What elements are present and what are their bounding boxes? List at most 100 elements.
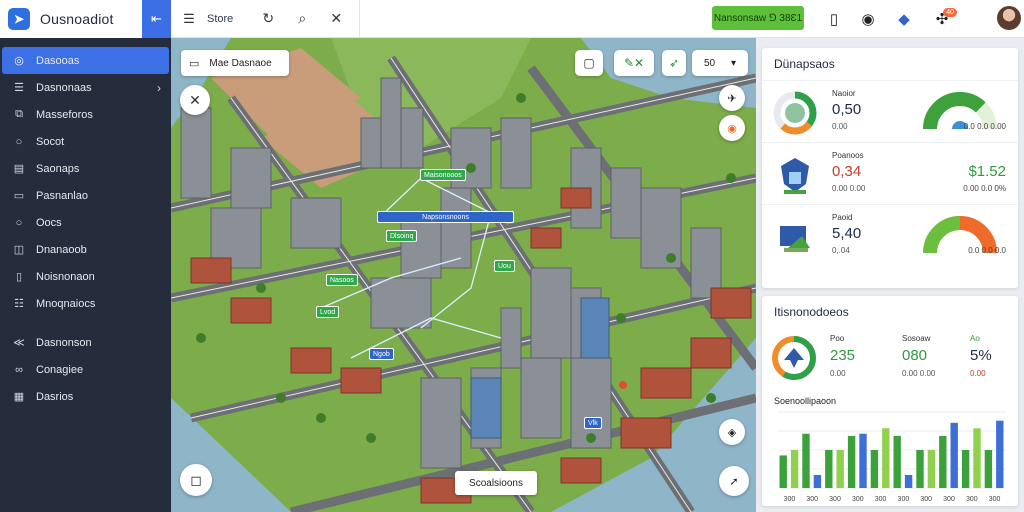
map-bottom-button[interactable]: Scoalsioons	[455, 471, 537, 495]
doc-icon: ▯	[15, 271, 23, 283]
gauge-foot: 0.0 0.0 0.0	[968, 246, 1006, 255]
sidebar-item-10[interactable]: ≪ Dasnonson	[0, 329, 171, 356]
settings-icon[interactable]: ◉	[853, 0, 883, 38]
sidebar-item-8[interactable]: ▯ Noisnonaon	[0, 263, 171, 290]
map-route-label[interactable]: Napsonsnoons	[377, 211, 514, 223]
notification-icon[interactable]: ✣ 40	[927, 0, 957, 38]
app-logo-icon: ➤	[8, 8, 30, 30]
chart-bar[interactable]	[870, 450, 879, 488]
location-icon[interactable]: ◉	[719, 115, 745, 141]
stat-sub: 0.00 0.00	[902, 369, 936, 378]
metric-row[interactable]: Paoid 5,40 0,.04 0.0 0.0 0.0	[762, 204, 1018, 266]
sidebar-item-6[interactable]: ○ Oocs	[0, 209, 171, 236]
package-icon	[780, 226, 810, 252]
chart-bar[interactable]	[790, 450, 799, 488]
sidebar-item-4[interactable]: ▤ Saonaps	[0, 155, 171, 182]
x-tick-label: 300	[875, 496, 887, 503]
sidebar-item-0[interactable]: ◎ Dasooas	[2, 47, 169, 74]
chart-bar[interactable]	[939, 435, 947, 488]
zoom-select[interactable]: 50 ▾	[692, 50, 748, 76]
sidebar-item-2[interactable]: ⧉ Masseforos	[0, 101, 171, 128]
layers-icon[interactable]: ◈	[719, 419, 745, 445]
map-pin[interactable]: Dlsoinq	[386, 230, 418, 242]
map-search[interactable]: ▭ Mae Dasnaoe	[181, 50, 289, 76]
store-link[interactable]: Store	[207, 13, 233, 25]
chart-bar[interactable]	[984, 450, 993, 488]
menu-icon[interactable]: ☰	[171, 0, 207, 38]
stat-block: Poo 235 0.00	[830, 334, 890, 378]
sidebar-item-5[interactable]: ▭ Pasnanlao	[0, 182, 171, 209]
map-pin[interactable]: Ngob	[369, 348, 394, 360]
navigate-icon[interactable]: ➚	[719, 466, 749, 496]
metric-sub: 0.00 0.00	[832, 184, 866, 193]
metric-sub: 0.00	[832, 122, 848, 131]
collapse-icon[interactable]: ⇤	[142, 0, 171, 38]
sidebar-item-3[interactable]: ○ Socot	[0, 128, 171, 155]
pin-icon[interactable]: ◆	[889, 0, 919, 38]
chart-bar[interactable]	[996, 420, 1004, 488]
chart-bar[interactable]	[836, 450, 844, 488]
status-button[interactable]: Nansonsaw ⅁ 38Ɛ1	[712, 6, 804, 30]
app-name: Ousnoadiot	[40, 11, 114, 27]
sidebar-nav: ◎ Dasooas ☰ Dasnonaas › ⧉ Masseforos ○ Socot …	[0, 38, 171, 410]
layer-toggle-icon[interactable]: ✎✕	[614, 50, 654, 76]
camera-icon[interactable]: ◻	[180, 464, 212, 496]
chart-bar[interactable]	[973, 428, 981, 488]
chart-bar[interactable]	[927, 450, 936, 488]
sidebar-item-label: Mnoqnaiocs	[36, 297, 96, 310]
close-icon[interactable]: ✕	[319, 0, 353, 38]
map-pin[interactable]: Lvod	[316, 306, 340, 318]
stat-label: Poo	[830, 334, 845, 343]
chart-bar[interactable]	[882, 428, 890, 488]
sidebar-item-label: Saonaps	[36, 162, 80, 175]
insights-panel: Itisnonodoeos Poo 235 0.00 Sosoaw 080 0.…	[762, 296, 1018, 506]
chart-bar[interactable]	[813, 474, 822, 488]
clipboard-icon[interactable]: ▯	[819, 0, 849, 38]
map-doc-icon: ▭	[189, 57, 200, 70]
sidebar-item-label: Oocs	[36, 216, 62, 229]
chart-bar[interactable]	[802, 433, 810, 488]
sidebar-item-12[interactable]: ▦ Dasrios	[0, 383, 171, 410]
chart-title: Soenoollipaoon	[774, 396, 837, 406]
chart-bar[interactable]	[961, 450, 970, 488]
metric-row[interactable]: Poanoos 0,34 0.00 0.00 $1.52 0.00 0.0 0%	[762, 142, 1018, 204]
metric-value: 0,50	[832, 101, 862, 118]
chart-bar[interactable]	[847, 435, 856, 488]
share-icon: ≪	[13, 337, 25, 349]
chart-bar[interactable]	[893, 435, 901, 488]
x-tick-label: 300	[829, 496, 841, 503]
map-pin[interactable]: Nasoos	[326, 274, 358, 286]
chart-bar[interactable]	[779, 455, 787, 488]
stat-value: 235	[830, 347, 856, 364]
map-pin[interactable]: Vlk	[584, 417, 602, 429]
close-icon[interactable]: ✕	[180, 85, 210, 115]
sidebar-item-9[interactable]: ☷ Mnoqnaiocs	[0, 290, 171, 317]
route-icon[interactable]: ➶	[662, 50, 686, 76]
chart-bar[interactable]	[950, 422, 958, 488]
chart-bar[interactable]	[859, 433, 867, 488]
chart-bar[interactable]	[904, 474, 913, 488]
panel-title: Dünapsaos	[774, 57, 835, 71]
compass-icon[interactable]: ✈	[719, 85, 745, 111]
stat-label: Ao	[970, 334, 980, 343]
map-view[interactable]: Maisonooos Napsonsnoons Dlsoinq Nasoos L…	[171, 38, 756, 512]
avatar[interactable]	[997, 6, 1021, 30]
gauge-foot: 0.0 0.0 0.00	[963, 122, 1006, 131]
sidebar-item-7[interactable]: ◫ Dnanaoob	[0, 236, 171, 263]
metric-row[interactable]: Naoior 0,50 0.00 0.0 0.0 0.00	[762, 80, 1018, 142]
x-tick-label: 300	[989, 496, 1001, 503]
sidebar-item-1[interactable]: ☰ Dasnonaas ›	[0, 74, 171, 101]
chart-bar[interactable]	[916, 450, 924, 488]
search-icon[interactable]: ⌕	[285, 0, 319, 38]
refresh-icon[interactable]: ↻	[251, 0, 285, 38]
x-tick-label: 300	[920, 496, 932, 503]
sidebar-item-label: Masseforos	[36, 108, 93, 121]
sidebar-item-11[interactable]: ∞ Conagiee	[0, 356, 171, 383]
chart-bar[interactable]	[825, 450, 833, 488]
lock-icon[interactable]: ▢	[575, 50, 603, 76]
table-icon: ☷	[14, 298, 24, 310]
map-pin[interactable]: Maisonooos	[420, 169, 466, 181]
map-pin[interactable]: Uou	[494, 260, 515, 272]
stat-value: 5%	[970, 347, 992, 364]
